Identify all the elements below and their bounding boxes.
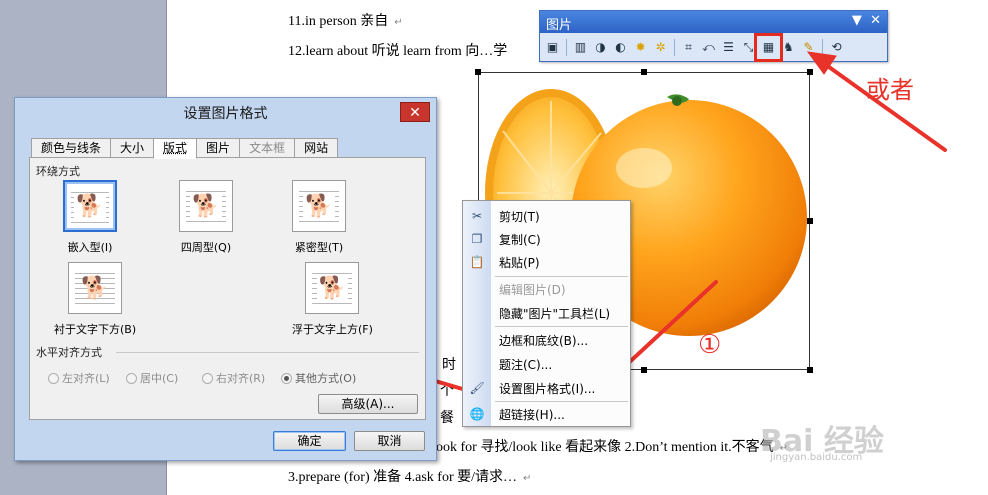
menu-item-label: 设置图片格式(I)... (499, 381, 596, 396)
menu-item-caption[interactable]: 题注(C)... (463, 353, 630, 375)
annotation-step-1: ① (698, 330, 722, 360)
menu-item-edit-picture: 编辑图片(D) (463, 278, 630, 300)
wrap-behind-text-option[interactable]: 🐕 衬于文字下方(B) (54, 262, 136, 337)
align-section-label: 水平对齐方式 (36, 346, 102, 359)
wrap-behind-preview: 🐕 (68, 262, 123, 314)
menu-item-borders[interactable]: 边框和底纹(B)... (463, 329, 630, 351)
radio-label: 右对齐(R) (216, 372, 266, 385)
menu-item-hide-toolbar[interactable]: 隐藏"图片"工具栏(L) (463, 302, 630, 324)
menu-separator (495, 276, 628, 277)
wrap-inline-preview: 🐕 (63, 180, 117, 232)
close-button[interactable]: ✕ (400, 102, 430, 122)
wrap-inline-option[interactable]: 🐕 嵌入型(I) (63, 180, 117, 255)
menu-item-label: 编辑图片(D) (499, 282, 566, 297)
radio-dot (281, 372, 292, 384)
radio-label: 左对齐(L) (62, 372, 110, 385)
dog-icon: 🐕 (190, 193, 222, 219)
cut-icon: ✂ (471, 209, 483, 223)
dog-icon: 🐕 (81, 275, 109, 301)
wrap-square-preview: 🐕 (179, 180, 233, 232)
advanced-button[interactable]: 高级(A)... (318, 394, 418, 414)
radio-dot (126, 372, 137, 384)
tab-picture[interactable]: 图片 (196, 138, 241, 158)
menu-item-label: 超链接(H)... (499, 407, 565, 422)
wrap-tight-option[interactable]: 🐕 紧密型(T) (292, 180, 346, 255)
menu-separator (495, 401, 628, 402)
section-divider (116, 352, 419, 353)
radio-dot (48, 372, 59, 384)
hyperlink-icon: 🌐 (469, 407, 485, 421)
context-menu: ✂ 剪切(T) ❐ 复制(C) 📋 粘贴(P) 编辑图片(D) 隐藏"图片"工具… (462, 200, 631, 427)
format-picture-icon: 🖌 (469, 381, 485, 395)
tab-colors-lines[interactable]: 颜色与线条 (31, 138, 112, 158)
tab-textbox: 文本框 (239, 138, 296, 158)
wrap-option-label: 嵌入型(I) (67, 241, 113, 254)
dog-icon: 🐕 (316, 275, 349, 301)
dog-icon: 🐕 (74, 193, 106, 219)
align-other-radio[interactable]: 其他方式(O) (281, 370, 356, 386)
tab-web[interactable]: 网站 (294, 138, 339, 158)
menu-item-format-picture[interactable]: 🖌 设置图片格式(I)... (463, 377, 630, 399)
watermark-url: jingyan.baidu.com (770, 452, 863, 463)
menu-item-hyperlink[interactable]: 🌐 超链接(H)... (463, 403, 630, 425)
wrap-square-option[interactable]: 🐕 四周型(Q) (179, 180, 233, 255)
wrap-section-label: 环绕方式 (36, 165, 80, 178)
copy-icon: ❐ (471, 232, 483, 246)
annotation-or: 或者 (866, 76, 914, 104)
wrap-option-label: 浮于文字上方(F) (292, 323, 373, 336)
align-center-radio[interactable]: 居中(C) (126, 370, 178, 386)
menu-item-label: 题注(C)... (499, 357, 553, 372)
menu-separator (495, 326, 628, 327)
menu-item-label: 剪切(T) (499, 209, 540, 224)
wrap-in-front-preview: 🐕 (305, 262, 360, 314)
radio-dot (202, 372, 213, 384)
menu-item-paste[interactable]: 📋 粘贴(P) (463, 251, 630, 273)
menu-item-label: 复制(C) (499, 232, 541, 247)
layout-tab-panel: 环绕方式 🐕 嵌入型(I) 🐕 四周型(Q) 🐕 紧密型(T) 🐕 衬于文字下方… (29, 157, 426, 420)
menu-item-copy[interactable]: ❐ 复制(C) (463, 228, 630, 250)
ok-button[interactable]: 确定 (273, 431, 346, 451)
radio-label: 其他方式(O) (295, 372, 357, 385)
menu-item-label: 隐藏"图片"工具栏(L) (499, 306, 611, 321)
align-right-radio[interactable]: 右对齐(R) (202, 370, 265, 386)
dialog-title: 设置图片格式 (183, 106, 268, 122)
dialog-tabs: 颜色与线条 大小 版式 图片 文本框 网站 (31, 138, 339, 159)
align-left-radio[interactable]: 左对齐(L) (48, 370, 110, 386)
tab-layout[interactable]: 版式 (153, 138, 198, 159)
tab-size[interactable]: 大小 (110, 138, 155, 158)
paste-icon: 📋 (469, 255, 485, 269)
dog-icon: 🐕 (303, 193, 335, 219)
menu-item-label: 边框和底纹(B)... (499, 333, 589, 348)
cancel-button[interactable]: 取消 (354, 431, 425, 451)
wrap-in-front-option[interactable]: 🐕 浮于文字上方(F) (292, 262, 373, 337)
wrap-tight-preview: 🐕 (292, 180, 346, 232)
wrap-option-label: 衬于文字下方(B) (54, 323, 137, 336)
radio-label: 居中(C) (140, 372, 179, 385)
wrap-option-label: 四周型(Q) (180, 241, 232, 254)
format-picture-dialog: 设置图片格式 ✕ 颜色与线条 大小 版式 图片 文本框 网站 环绕方式 🐕 嵌入… (14, 97, 437, 461)
menu-item-label: 粘贴(P) (499, 255, 540, 270)
menu-item-cut[interactable]: ✂ 剪切(T) (463, 205, 630, 227)
wrap-option-label: 紧密型(T) (294, 241, 344, 254)
